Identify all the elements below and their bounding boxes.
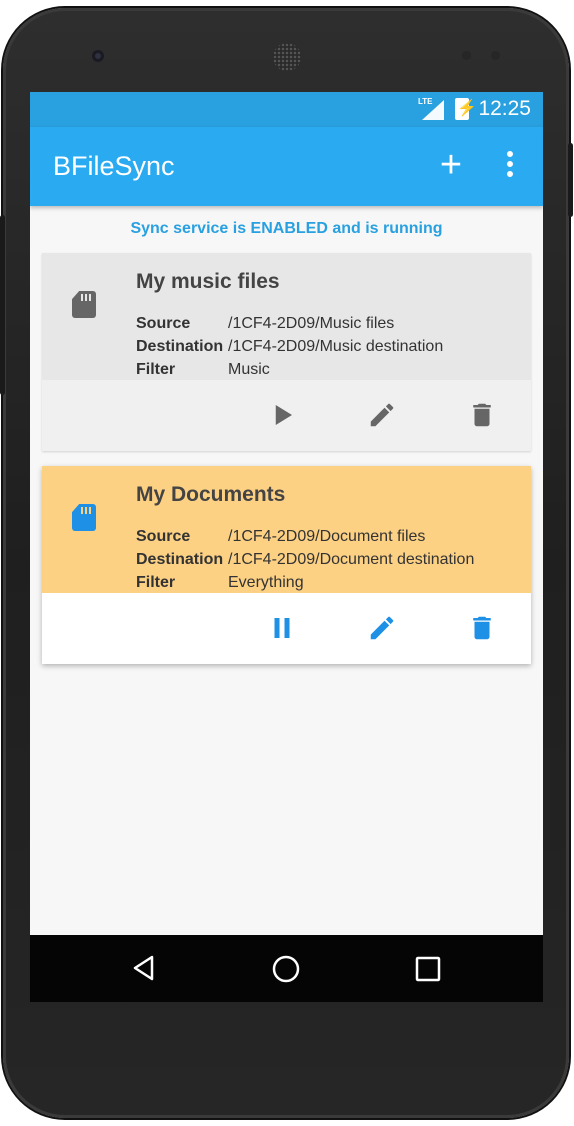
add-icon[interactable]: + <box>435 145 467 185</box>
volume-button <box>0 215 5 395</box>
card-actions <box>42 380 531 451</box>
play-icon[interactable] <box>267 400 297 430</box>
delete-icon[interactable] <box>467 400 497 430</box>
back-icon[interactable] <box>130 954 158 982</box>
destination-label: Destination <box>136 338 224 355</box>
battery-charging-icon: ⚡ <box>455 98 477 120</box>
edit-icon[interactable] <box>367 400 397 430</box>
app-bar: BFileSync + <box>30 127 543 206</box>
home-icon[interactable] <box>271 954 301 984</box>
filter-value: Everything <box>228 574 304 591</box>
status-bar: LTE ⚡ 12:25 <box>30 92 543 127</box>
filter-label: Filter <box>136 574 176 591</box>
card-header[interactable]: My Documents Source/1CF4-2D09/Document f… <box>42 466 531 593</box>
destination-row: Destination/1CF4-2D09/Music destination <box>136 338 443 356</box>
edit-icon[interactable] <box>367 613 397 643</box>
app-title: BFileSync <box>53 151 175 181</box>
filter-value: Music <box>228 361 270 378</box>
filter-row: Filter Music <box>136 361 270 379</box>
screen: LTE ⚡ 12:25 BFileSync + Sync service is … <box>30 92 543 1002</box>
navigation-bar <box>30 935 543 1002</box>
source-label: Source <box>136 528 191 545</box>
clock: 12:25 <box>478 97 531 120</box>
earpiece-speaker <box>273 43 301 71</box>
front-camera <box>92 50 104 62</box>
proximity-sensor <box>462 51 471 60</box>
source-value: /1CF4-2D09/Document files <box>228 528 426 545</box>
destination-value: /1CF4-2D09/Document destination <box>228 551 475 568</box>
light-sensor <box>491 51 500 60</box>
card-actions <box>42 593 531 664</box>
source-row: Source/1CF4-2D09/Music files <box>136 315 394 333</box>
more-vert-icon[interactable] <box>498 151 522 183</box>
destination-value: /1CF4-2D09/Music destination <box>228 338 444 355</box>
destination-label: Destination <box>136 551 224 568</box>
destination-row: Destination/1CF4-2D09/Document destinati… <box>136 551 474 569</box>
job-name: My Documents <box>136 483 286 506</box>
pause-icon[interactable] <box>267 613 297 643</box>
filter-row: Filter Everything <box>136 574 304 592</box>
job-name: My music files <box>136 270 280 293</box>
signal-icon <box>422 100 444 120</box>
sd-card-icon <box>72 504 96 531</box>
source-row: Source/1CF4-2D09/Document files <box>136 528 425 546</box>
card-header[interactable]: My music files Source/1CF4-2D09/Music fi… <box>42 253 531 380</box>
sync-job-card[interactable]: My Documents Source/1CF4-2D09/Document f… <box>42 466 531 664</box>
power-button <box>568 143 573 217</box>
sync-job-card[interactable]: My music files Source/1CF4-2D09/Music fi… <box>42 253 531 451</box>
recents-icon[interactable] <box>415 956 441 982</box>
source-label: Source <box>136 315 191 332</box>
sync-status-text: Sync service is ENABLED and is running <box>130 220 443 237</box>
delete-icon[interactable] <box>467 613 497 643</box>
sd-card-icon <box>72 291 96 318</box>
source-value: /1CF4-2D09/Music files <box>228 315 395 332</box>
filter-label: Filter <box>136 361 176 378</box>
